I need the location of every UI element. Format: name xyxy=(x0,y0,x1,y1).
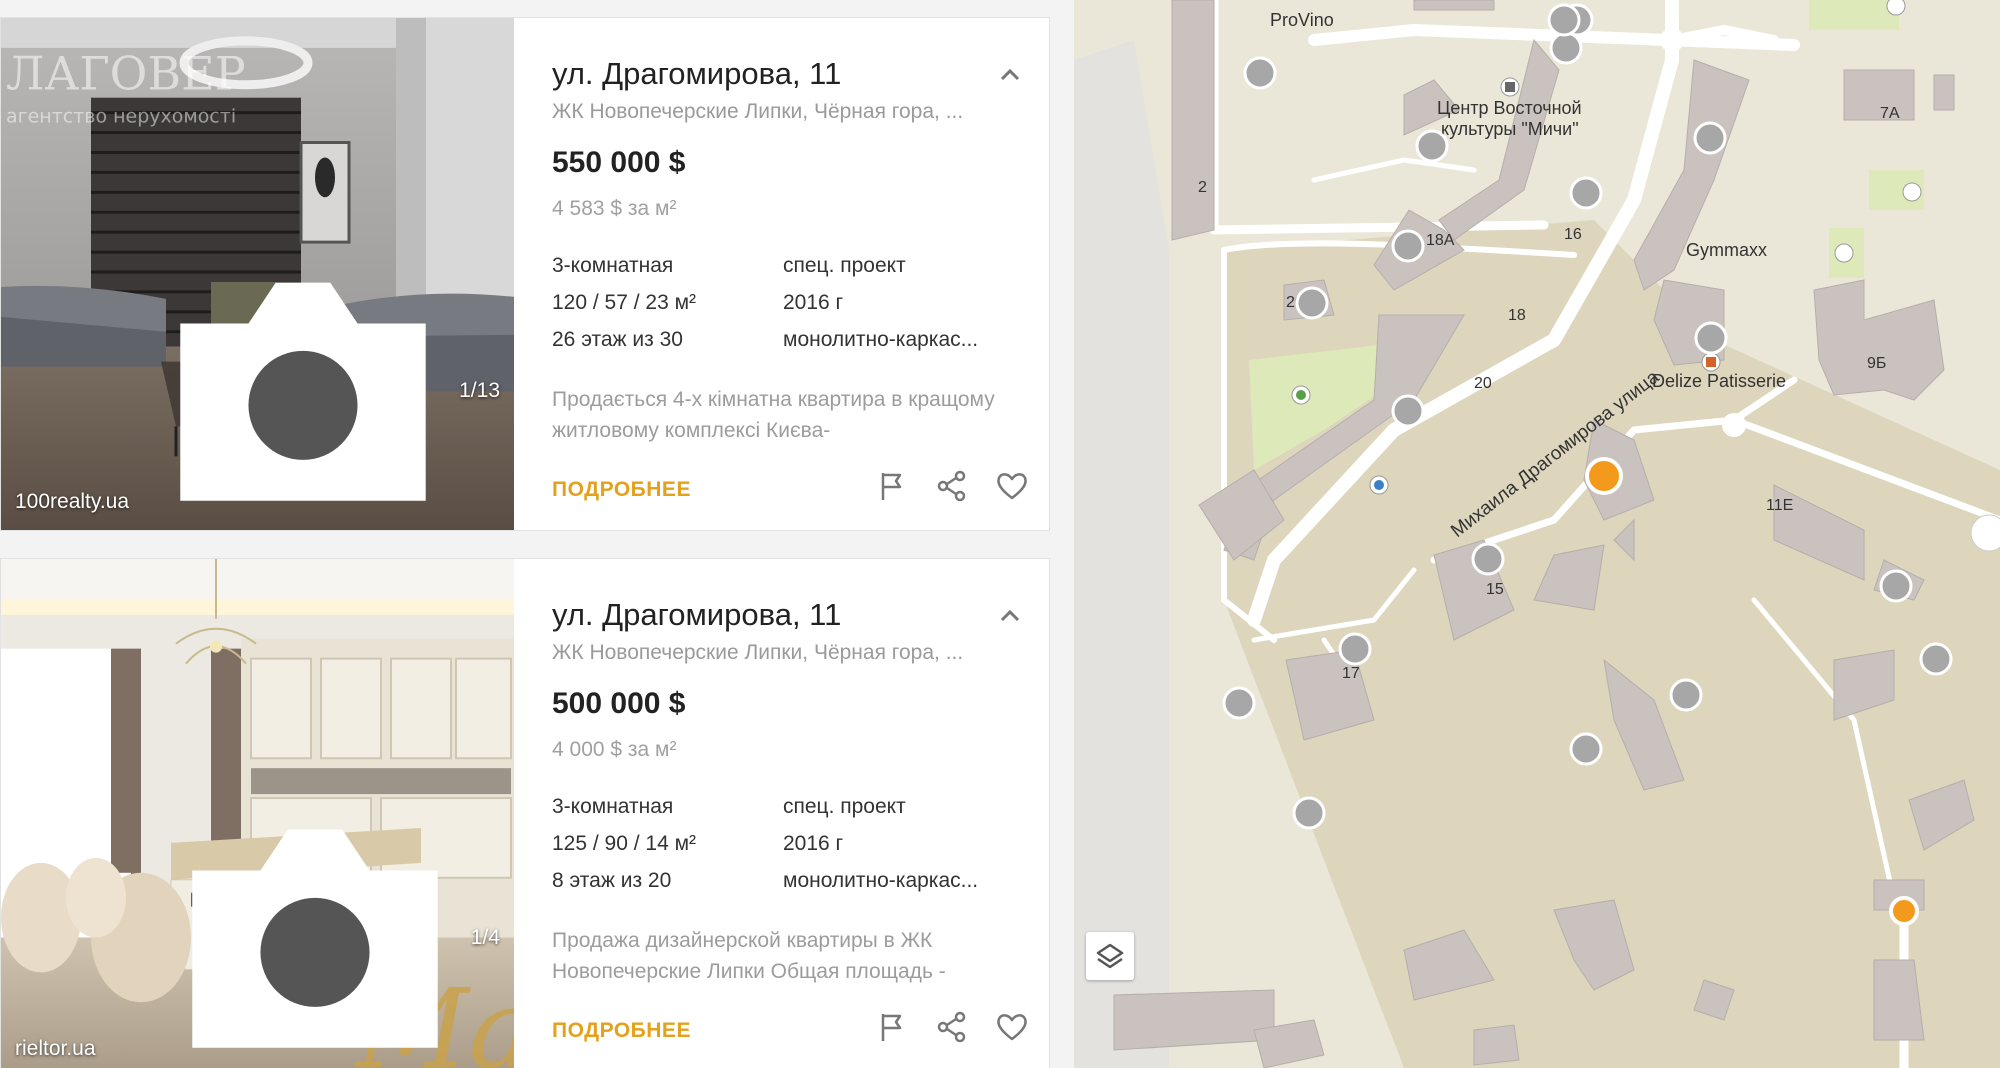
listing-info: ул. Драгомирова, 11 ЖК Новопечерские Лип… xyxy=(552,18,1029,530)
camera-icon xyxy=(192,829,438,1048)
building-number: 9Б xyxy=(1867,355,1886,372)
listing-actions xyxy=(875,469,1029,503)
layers-button[interactable] xyxy=(1086,932,1134,980)
building-number: 20 xyxy=(1474,375,1492,392)
project-type: спец. проект xyxy=(783,795,906,818)
chevron-up-icon[interactable] xyxy=(997,62,1023,88)
build-year: 2016 г xyxy=(783,832,844,855)
layers-icon xyxy=(1096,943,1124,969)
listing-price: 550 000 $ xyxy=(552,146,686,179)
price-per-m2: 4 000 $ за м² xyxy=(552,738,677,761)
camera-icon xyxy=(180,282,426,501)
listing-complex: ЖК Новопечерские Липки, Чёрная гора, ... xyxy=(552,641,964,664)
listing-price: 500 000 $ xyxy=(552,687,686,720)
building-number: 7А xyxy=(1880,105,1900,122)
building-type: монолитно-каркас... xyxy=(783,328,979,351)
heart-icon[interactable] xyxy=(995,1010,1029,1044)
svg-text:ЛАГОВЕР: ЛАГОВЕР xyxy=(6,47,246,101)
rooms: 3-комнатная xyxy=(552,254,674,277)
listing-description: Продається 4-х кімнатна квартира в кращо… xyxy=(552,388,995,442)
building-number: 11Е xyxy=(1766,497,1793,514)
map-canvas[interactable]: 2 18А 20А 16 18 20 15 17 7А 9Б 11Е 1 Мих… xyxy=(1074,0,2000,1068)
poi-center: Центр Восточной xyxy=(1437,98,1582,118)
details-link[interactable]: ПОДРОБНЕЕ xyxy=(552,1019,691,1043)
building-number: 18 xyxy=(1508,307,1526,324)
listing-complex: ЖК Новопечерские Липки, Чёрная гора, ... xyxy=(552,100,964,123)
floor: 26 этаж из 30 xyxy=(552,328,683,351)
listing-photo[interactable]: Ма rieltor.ua 1/4 xyxy=(1,559,514,1068)
share-icon[interactable] xyxy=(935,1010,969,1044)
heart-icon[interactable] xyxy=(995,469,1029,503)
photo-source: rieltor.ua xyxy=(15,1037,96,1060)
listing-address[interactable]: ул. Драгомирова, 11 xyxy=(552,56,841,92)
poi-gym: Gymmaxx xyxy=(1686,240,1767,260)
selected-listing-marker[interactable] xyxy=(1585,457,1623,495)
poi-delize: Delize Patisserie xyxy=(1652,371,1786,391)
photo-counter-label: 1/4 xyxy=(470,926,500,950)
listing-description: Продажа дизайнерской квартиры в ЖК Новоп… xyxy=(552,929,946,983)
chevron-up-icon[interactable] xyxy=(997,603,1023,629)
build-year: 2016 г xyxy=(783,291,844,314)
price-per-m2: 4 583 $ за м² xyxy=(552,197,677,220)
listing-actions xyxy=(875,1010,1029,1044)
listings-panel: ЛАГОВЕР агентство нерухомості 100realty.… xyxy=(0,0,1074,1068)
rooms: 3-комнатная xyxy=(552,795,674,818)
share-icon[interactable] xyxy=(935,469,969,503)
project-type: спец. проект xyxy=(783,254,906,277)
listing-card[interactable]: ЛАГОВЕР агентство нерухомості 100realty.… xyxy=(0,17,1050,531)
building-number: 17 xyxy=(1342,665,1360,682)
listing-card[interactable]: Ма rieltor.ua 1/4 ул. Драгомирова, 11 ЖК… xyxy=(0,558,1050,1068)
listing-address[interactable]: ул. Драгомирова, 11 xyxy=(552,597,841,633)
building-number: 2 xyxy=(1198,179,1207,196)
details-link[interactable]: ПОДРОБНЕЕ xyxy=(552,478,691,502)
building-number: 18А xyxy=(1426,232,1455,249)
building-number: 16 xyxy=(1564,226,1582,243)
svg-text:агентство нерухомості: агентство нерухомості xyxy=(6,106,236,128)
flag-icon[interactable] xyxy=(875,469,909,503)
photo-counter-label: 1/13 xyxy=(459,379,500,403)
areas: 120 / 57 / 23 м² xyxy=(552,291,697,314)
photo-counter[interactable]: 1/4 xyxy=(165,816,500,1061)
floor: 8 этаж из 20 xyxy=(552,869,672,892)
listing-info: ул. Драгомирова, 11 ЖК Новопечерские Лип… xyxy=(552,559,1029,1068)
flag-icon[interactable] xyxy=(875,1010,909,1044)
areas: 125 / 90 / 14 м² xyxy=(552,832,697,855)
photo-counter[interactable]: 1/13 xyxy=(153,269,500,514)
building-type: монолитно-каркас... xyxy=(783,869,979,892)
map-panel[interactable]: 2 18А 20А 16 18 20 15 17 7А 9Б 11Е 1 Мих… xyxy=(1074,0,2000,1068)
location-marker[interactable] xyxy=(1889,896,1919,926)
poi-provino: ProVino xyxy=(1270,10,1334,30)
poi-center-2: культуры "Мичи" xyxy=(1441,119,1579,139)
building-number: 15 xyxy=(1486,581,1504,598)
listing-photo[interactable]: ЛАГОВЕР агентство нерухомості 100realty.… xyxy=(1,18,514,530)
photo-source: 100realty.ua xyxy=(15,490,130,513)
